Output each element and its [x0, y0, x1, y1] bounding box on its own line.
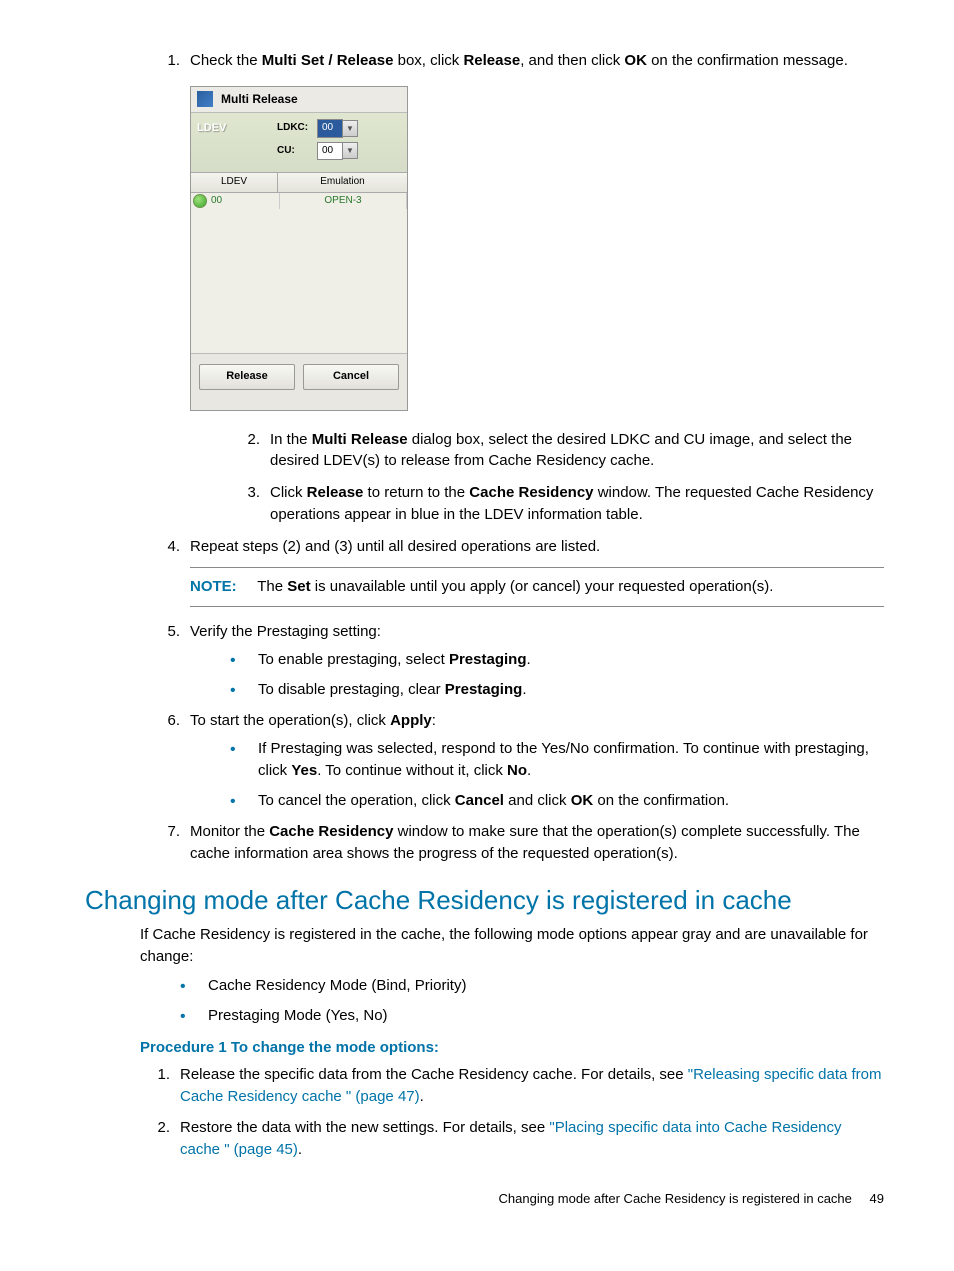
- proc-step-2: 2. Restore the data with the new setting…: [140, 1117, 884, 1161]
- note-label: NOTE:: [190, 578, 237, 595]
- dialog-button-row: Release Cancel: [191, 353, 407, 410]
- bullet-cancel-operation: To cancel the operation, click Cancel an…: [230, 790, 884, 812]
- step-5-bullets: To enable prestaging, select Prestaging.…: [190, 649, 884, 701]
- bullet-prestaging-confirm: If Prestaging was selected, respond to t…: [230, 738, 884, 782]
- step-3: 3. Click Release to return to the Cache …: [230, 482, 884, 526]
- section-heading: Changing mode after Cache Residency is r…: [85, 885, 884, 916]
- proc-step-1: 1. Release the specific data from the Ca…: [140, 1064, 884, 1108]
- outer-steps: 1. Check the Multi Set / Release box, cl…: [85, 50, 884, 865]
- chevron-down-icon[interactable]: ▼: [343, 142, 358, 159]
- ldev-status-icon: [193, 194, 207, 208]
- bullet-cache-mode: Cache Residency Mode (Bind, Priority): [180, 975, 884, 997]
- dialog-title: Multi Release: [221, 91, 298, 108]
- dialog-title-bar: Multi Release: [191, 87, 407, 113]
- multi-release-dialog: Multi Release LDEV LDKC: 00 ▼ CU:: [190, 86, 408, 411]
- step-6: 6. To start the operation(s), click Appl…: [150, 710, 884, 811]
- cu-row: CU: 00 ▼: [277, 142, 401, 161]
- dialog-top-panel: LDEV LDKC: 00 ▼ CU: 00 ▼: [191, 113, 407, 172]
- step-6-bullets: If Prestaging was selected, respond to t…: [190, 738, 884, 811]
- step-4: 4. Repeat steps (2) and (3) until all de…: [150, 536, 884, 608]
- page-number: 49: [870, 1191, 884, 1206]
- bullet-disable-prestaging: To disable prestaging, clear Prestaging.: [230, 679, 884, 701]
- procedure-steps: 1. Release the specific data from the Ca…: [85, 1064, 884, 1161]
- step-5: 5. Verify the Prestaging setting: To ena…: [150, 621, 884, 700]
- ldkc-select[interactable]: 00 ▼: [317, 119, 358, 138]
- th-ldev: LDEV: [191, 173, 278, 192]
- ldkc-label: LDKC:: [277, 121, 317, 136]
- th-emulation: Emulation: [278, 173, 407, 192]
- dialog-table-header: LDEV Emulation: [191, 172, 407, 193]
- step-1-wrapper: 1. Check the Multi Set / Release box, cl…: [150, 50, 884, 526]
- cu-label: CU:: [277, 144, 317, 159]
- page-footer: Changing mode after Cache Residency is r…: [85, 1191, 884, 1206]
- bullet-prestaging-mode: Prestaging Mode (Yes, No): [180, 1005, 884, 1027]
- bullet-enable-prestaging: To enable prestaging, select Prestaging.: [230, 649, 884, 671]
- step-7: 7. Monitor the Cache Residency window to…: [150, 821, 884, 865]
- ldkc-value: 00: [317, 119, 343, 138]
- table-row[interactable]: 00 OPEN-3: [191, 193, 407, 210]
- cu-value: 00: [317, 142, 343, 161]
- footer-text: Changing mode after Cache Residency is r…: [499, 1191, 852, 1206]
- dialog-fields: LDKC: 00 ▼ CU: 00 ▼: [277, 119, 401, 164]
- step-1-text: Check the Multi Set / Release box, click…: [190, 52, 848, 69]
- note-box: NOTE: The Set is unavailable until you a…: [190, 567, 884, 607]
- row-emulation-cell: OPEN-3: [280, 193, 407, 210]
- section-intro: If Cache Residency is registered in the …: [140, 924, 884, 968]
- row-ldev-cell: 00: [191, 193, 280, 210]
- chevron-down-icon[interactable]: ▼: [343, 120, 358, 137]
- dialog-icon: [197, 91, 213, 107]
- ldkc-row: LDKC: 00 ▼: [277, 119, 401, 138]
- sub-steps: 2. In the Multi Release dialog box, sele…: [190, 429, 884, 526]
- release-button[interactable]: Release: [199, 364, 295, 390]
- dialog-table-body[interactable]: 00 OPEN-3: [191, 193, 407, 353]
- cu-select[interactable]: 00 ▼: [317, 142, 358, 161]
- step-2: 2. In the Multi Release dialog box, sele…: [230, 429, 884, 473]
- procedure-label: Procedure 1 To change the mode options:: [140, 1039, 884, 1056]
- ldev-tab[interactable]: LDEV: [197, 119, 277, 164]
- cancel-button[interactable]: Cancel: [303, 364, 399, 390]
- mode-options: Cache Residency Mode (Bind, Priority) Pr…: [140, 975, 884, 1027]
